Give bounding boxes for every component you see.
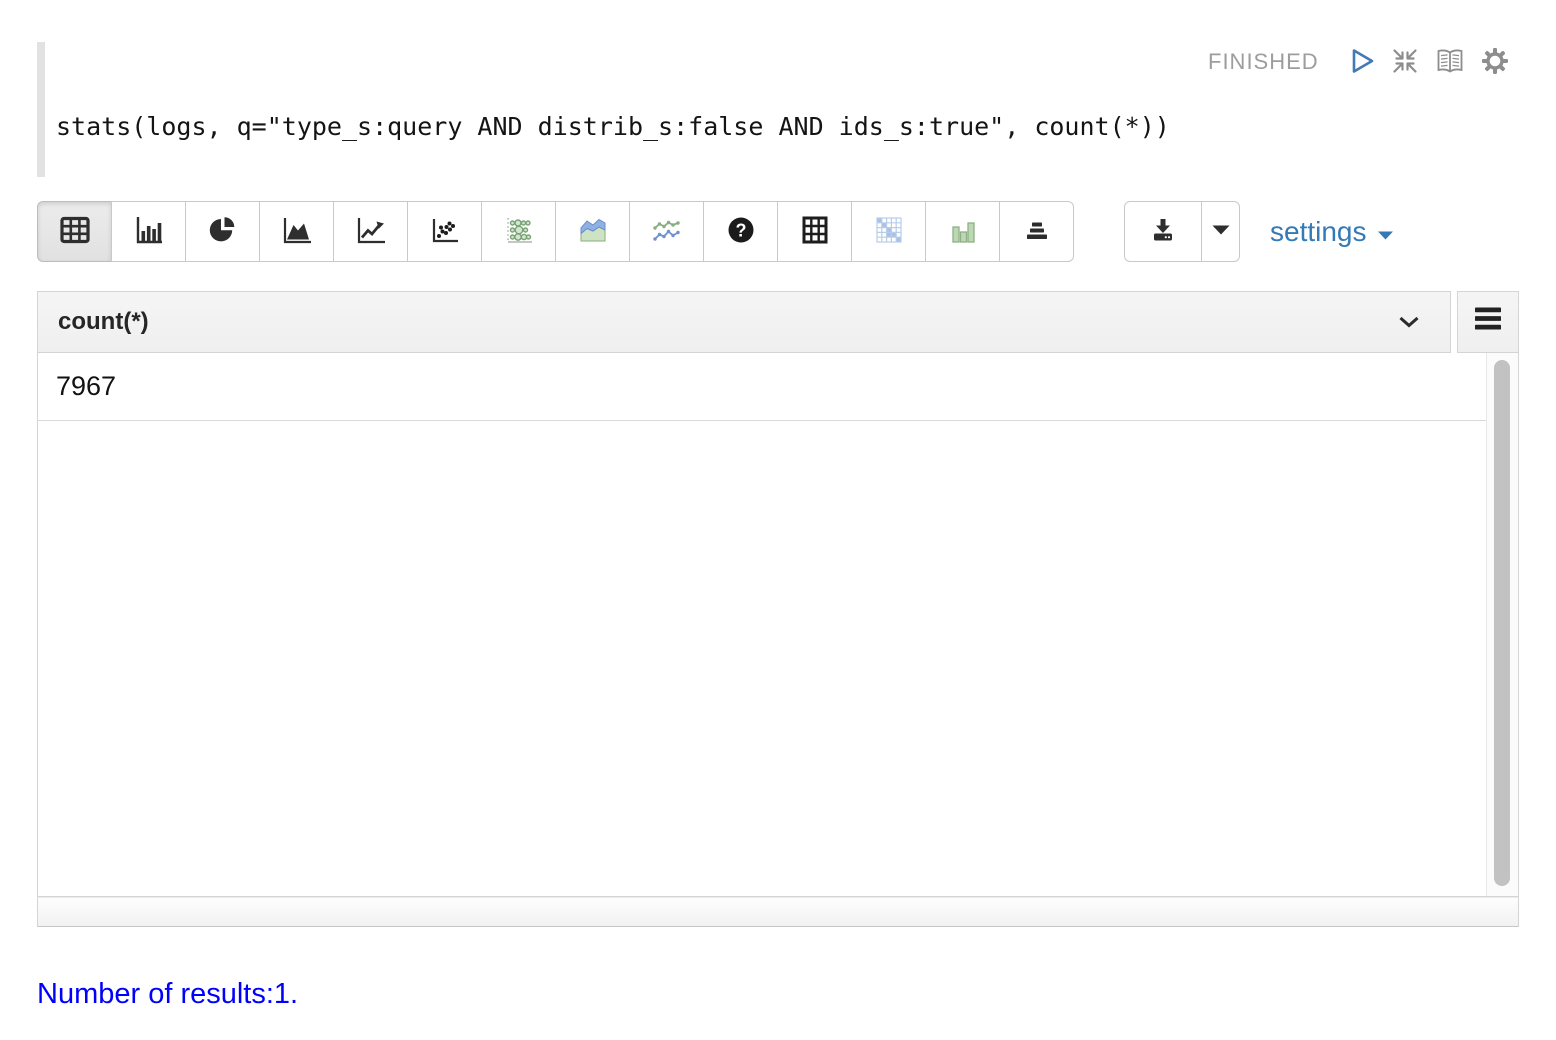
collapse-button[interactable]: [1390, 46, 1420, 79]
editor-gutter: [37, 42, 45, 177]
table-button[interactable]: [37, 201, 112, 262]
pivot-table-icon: [800, 215, 830, 248]
run-icon: [1348, 46, 1376, 79]
bar-chart-icon: [132, 214, 166, 249]
download-icon: [1146, 214, 1180, 249]
show-editor-button[interactable]: [1434, 46, 1466, 79]
table-cell-count: 7967: [56, 371, 116, 402]
area-chart-button[interactable]: [259, 201, 334, 262]
help-button[interactable]: ?: [703, 201, 778, 262]
settings-link[interactable]: settings: [1270, 201, 1394, 262]
book-icon: [1434, 46, 1466, 79]
pie-chart-button[interactable]: [185, 201, 260, 262]
line-chart-button[interactable]: [333, 201, 408, 262]
results-count-note: Number of results:1.: [37, 978, 298, 1011]
vertical-scrollbar[interactable]: [1486, 353, 1518, 896]
collapse-icon: [1390, 46, 1420, 79]
aggregation-button[interactable]: [999, 201, 1074, 262]
download-button-group: [1124, 201, 1240, 262]
multi-line-chart-icon: [650, 215, 684, 248]
column-menu-chevron-icon[interactable]: [1398, 316, 1420, 328]
caret-down-icon: [1211, 224, 1231, 239]
stacked-area-chart-icon: [577, 214, 609, 249]
column-header-count[interactable]: count(*): [37, 291, 1451, 353]
hamburger-menu-icon: [1473, 307, 1503, 338]
horizontal-scrollbar[interactable]: [37, 897, 1519, 927]
help-icon: ?: [725, 214, 757, 249]
line-chart-icon: [354, 214, 388, 249]
bubble-chart-button[interactable]: [481, 201, 556, 262]
download-dropdown-button[interactable]: [1201, 201, 1240, 262]
visualization-toolbar: ?: [37, 201, 1556, 262]
status-badge: FINISHED: [1208, 49, 1319, 75]
vertical-scrollbar-thumb[interactable]: [1494, 360, 1510, 886]
paragraph-controls: FINISHED: [1208, 44, 1517, 80]
paragraph-settings-button[interactable]: [1480, 46, 1510, 79]
result-grid: count(*) 7967: [37, 291, 1519, 927]
table-row: 7967: [38, 353, 1486, 421]
aggregation-icon: [1021, 214, 1053, 249]
table-icon: [58, 215, 92, 248]
histogram-icon: [947, 214, 979, 249]
pivot-table-button[interactable]: [777, 201, 852, 262]
settings-link-label: settings: [1270, 216, 1367, 248]
grid-menu-button[interactable]: [1457, 291, 1519, 353]
scatter-plot-button[interactable]: [407, 201, 482, 262]
area-chart-icon: [280, 214, 314, 249]
chart-type-button-group: ?: [37, 201, 1074, 262]
heatmap-icon: [873, 214, 905, 249]
stacked-area-chart-button[interactable]: [555, 201, 630, 262]
bubble-chart-icon: [502, 214, 536, 249]
column-header-label: count(*): [58, 308, 149, 336]
grid-rows: 7967: [38, 353, 1486, 896]
bar-chart-button[interactable]: [111, 201, 186, 262]
multi-line-chart-button[interactable]: [629, 201, 704, 262]
code-editor[interactable]: stats(logs, q="type_s:query AND distrib_…: [56, 112, 1170, 141]
run-button[interactable]: [1348, 46, 1376, 79]
svg-text:?: ?: [735, 221, 746, 241]
grid-header-row: count(*): [37, 291, 1519, 353]
pie-chart-icon: [207, 214, 239, 249]
download-button[interactable]: [1124, 201, 1202, 262]
heatmap-button[interactable]: [851, 201, 926, 262]
caret-down-icon: [1377, 216, 1394, 248]
gear-icon: [1480, 46, 1510, 79]
histogram-button[interactable]: [925, 201, 1000, 262]
scatter-plot-icon: [428, 214, 462, 249]
grid-body: 7967: [37, 353, 1519, 897]
